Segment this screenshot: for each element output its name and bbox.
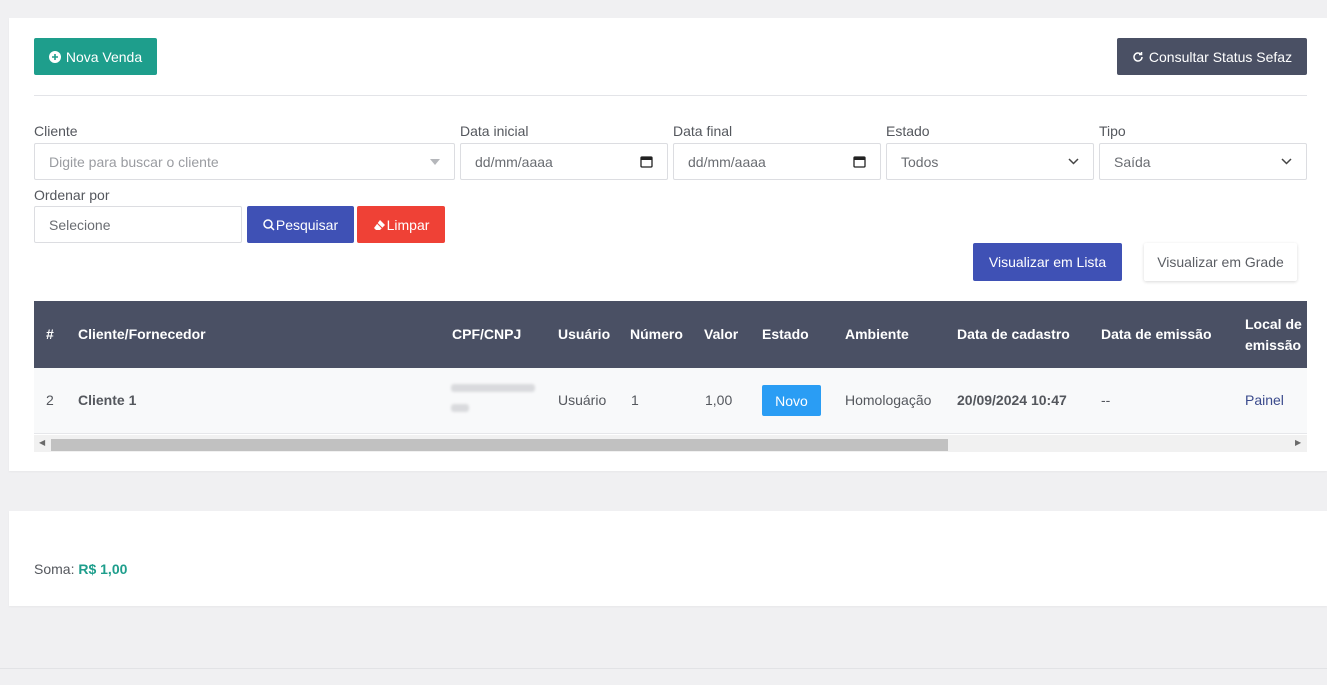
chevron-down-icon: [1281, 158, 1292, 165]
footer-divider: [0, 668, 1327, 669]
header-valor: Valor: [704, 326, 739, 342]
nova-venda-button[interactable]: Nova Venda: [34, 38, 157, 75]
scroll-left-icon[interactable]: ◀: [39, 438, 45, 447]
status-badge: Novo: [762, 385, 821, 416]
cpf-redacted: [451, 384, 535, 392]
visualizar-grade-label: Visualizar em Grade: [1157, 254, 1284, 270]
cpf-redacted-2: [451, 404, 469, 412]
pesquisar-label: Pesquisar: [275, 216, 339, 233]
cliente-label: Cliente: [34, 123, 78, 139]
consultar-sefaz-label: Consultar Status Sefaz: [1148, 48, 1293, 65]
summary: Soma: R$ 1,00: [34, 561, 127, 577]
cell-data-cadastro: 20/09/2024 10:47: [957, 392, 1067, 408]
table-header: # Cliente/Fornecedor CPF/CNPJ Usuário Nú…: [34, 301, 1307, 368]
cell-usuario: Usuário: [558, 392, 607, 408]
cell-id: 2: [46, 392, 54, 408]
data-inicial-value: dd/mm/aaaa: [475, 153, 553, 170]
header-local: Local de: [1245, 316, 1302, 332]
consultar-sefaz-button[interactable]: Consultar Status Sefaz: [1117, 38, 1307, 75]
refresh-icon: [1133, 51, 1143, 62]
data-inicial-input[interactable]: dd/mm/aaaa: [460, 143, 668, 180]
summary-value: R$ 1,00: [78, 561, 128, 577]
header-estado: Estado: [762, 326, 809, 342]
search-icon: [263, 218, 275, 231]
cliente-select[interactable]: Digite para buscar o cliente: [34, 143, 455, 180]
limpar-button[interactable]: Limpar: [357, 206, 445, 243]
cell-valor: 1,00: [705, 392, 733, 408]
toolbar-divider: [34, 95, 1307, 96]
sales-table: # Cliente/Fornecedor CPF/CNPJ Usuário Nú…: [34, 301, 1307, 452]
header-usuario: Usuário: [558, 326, 611, 342]
tipo-value: Saída: [1114, 153, 1151, 170]
tipo-label: Tipo: [1099, 123, 1126, 139]
cell-data-emissao: --: [1101, 392, 1111, 408]
visualizar-lista-label: Visualizar em Lista: [988, 254, 1107, 270]
plus-circle-icon: [48, 50, 61, 63]
pesquisar-button[interactable]: Pesquisar: [247, 206, 354, 243]
ordenar-select[interactable]: Selecione: [34, 206, 242, 243]
header-emissao: emissão: [1245, 337, 1302, 353]
eraser-icon: [373, 219, 385, 230]
header-numero: Número: [630, 326, 683, 342]
cliente-placeholder: Digite para buscar o cliente: [49, 153, 219, 170]
cell-cliente: Cliente 1: [78, 392, 137, 408]
data-final-input[interactable]: dd/mm/aaaa: [673, 143, 881, 180]
data-final-label: Data final: [673, 123, 733, 139]
ordenar-label: Ordenar por: [34, 187, 110, 203]
header-cliente: Cliente/Fornecedor: [78, 326, 206, 342]
scroll-thumb[interactable]: [51, 439, 948, 451]
tipo-select[interactable]: Saída: [1099, 143, 1307, 180]
ordenar-value: Selecione: [49, 216, 111, 233]
estado-select[interactable]: Todos: [886, 143, 1094, 180]
cell-numero: 1: [631, 392, 639, 408]
nova-venda-label: Nova Venda: [65, 48, 143, 65]
summary-label: Soma:: [34, 561, 75, 577]
data-inicial-label: Data inicial: [460, 123, 529, 139]
calendar-icon[interactable]: [640, 155, 653, 168]
visualizar-lista-button[interactable]: Visualizar em Lista: [973, 243, 1122, 281]
summary-panel: Soma: R$ 1,00: [9, 511, 1327, 606]
calendar-icon[interactable]: [853, 155, 866, 168]
estado-value: Todos: [901, 153, 939, 170]
scroll-right-icon[interactable]: ▶: [1295, 438, 1301, 447]
horizontal-scrollbar[interactable]: ◀ ▶: [34, 435, 1307, 452]
cell-ambiente: Homologação: [845, 392, 932, 408]
header-cpf: CPF/CNPJ: [452, 326, 522, 342]
estado-label: Estado: [886, 123, 930, 139]
visualizar-grade-button[interactable]: Visualizar em Grade: [1144, 243, 1297, 281]
header-data-emissao: Data de emissão: [1101, 326, 1212, 342]
header-data-cadastro: Data de cadastro: [957, 326, 1070, 342]
header-ambiente: Ambiente: [845, 326, 909, 342]
cell-local: Painel: [1245, 392, 1284, 408]
limpar-label: Limpar: [386, 216, 430, 233]
table-row[interactable]: 2 Cliente 1 Usuário 1 1,00 Novo Homologa…: [34, 368, 1307, 434]
caret-down-icon: [430, 158, 440, 165]
sales-panel: Nova Venda Consultar Status Sefaz Client…: [9, 18, 1327, 471]
header-id: #: [46, 326, 54, 342]
data-final-value: dd/mm/aaaa: [688, 153, 766, 170]
chevron-down-icon: [1068, 158, 1079, 165]
